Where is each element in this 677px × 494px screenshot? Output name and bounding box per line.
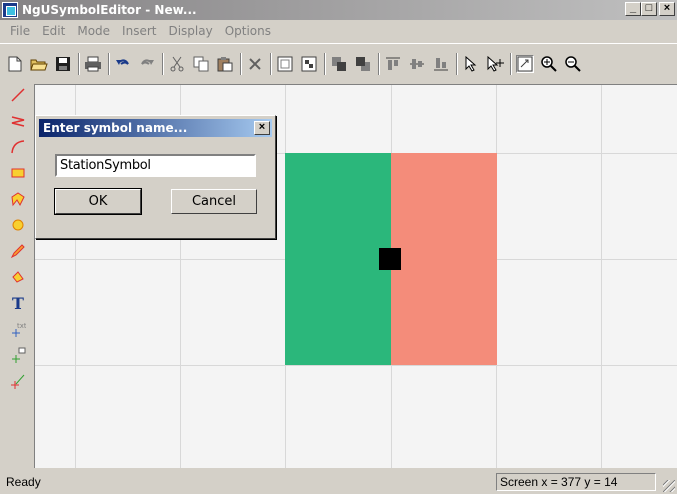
- svg-text:T: T: [12, 294, 24, 312]
- menu-edit[interactable]: Edit: [36, 24, 71, 38]
- black-square-shape[interactable]: [379, 248, 401, 270]
- polygon-tool-icon[interactable]: [8, 188, 28, 210]
- green-rectangle-shape[interactable]: [285, 153, 391, 365]
- dialog-title: Enter symbol name...: [43, 121, 188, 135]
- window-controls: _ □ ×: [625, 2, 675, 16]
- send-back-icon[interactable]: [354, 55, 372, 73]
- select-arrow-icon[interactable]: [462, 55, 480, 73]
- grid-line: [35, 365, 677, 366]
- undo-icon[interactable]: [114, 55, 132, 73]
- ellipse-tool-icon[interactable]: [8, 214, 28, 236]
- toolbar-separator: [78, 52, 80, 75]
- resize-grip-icon[interactable]: [663, 480, 675, 492]
- toolbar-separator: [456, 52, 458, 75]
- new-file-icon[interactable]: [6, 55, 24, 73]
- connect-line-icon[interactable]: [8, 370, 28, 392]
- menu-display[interactable]: Display: [162, 24, 218, 38]
- maximize-button[interactable]: □: [641, 2, 657, 16]
- dialog-close-button[interactable]: ×: [254, 121, 270, 135]
- toolbar-separator: [240, 52, 242, 75]
- salmon-rectangle-shape[interactable]: [391, 153, 497, 365]
- toolbar-separator: [162, 52, 164, 75]
- open-folder-icon[interactable]: [30, 55, 48, 73]
- toolbar-separator: [270, 52, 272, 75]
- app-icon[interactable]: [2, 2, 18, 18]
- minimize-button[interactable]: _: [625, 2, 641, 16]
- text-tool-icon[interactable]: T: [8, 292, 28, 314]
- paste-icon[interactable]: [216, 55, 234, 73]
- pen-tool-icon[interactable]: [8, 240, 28, 262]
- menu-file[interactable]: File: [4, 24, 36, 38]
- zoom-in-icon[interactable]: [540, 55, 558, 73]
- toolbar-separator: [510, 52, 512, 75]
- align-middle-icon[interactable]: [408, 55, 426, 73]
- symbol-name-input[interactable]: StationSymbol: [55, 154, 256, 177]
- copy-icon[interactable]: [192, 55, 210, 73]
- polyline-tool-icon[interactable]: [8, 110, 28, 132]
- toolbar-separator: [108, 52, 110, 75]
- align-top-icon[interactable]: [384, 55, 402, 73]
- menu-bar: File Edit Mode Insert Display Options: [0, 21, 677, 41]
- delete-icon[interactable]: [246, 55, 264, 73]
- text-anchor-icon[interactable]: txt: [8, 318, 28, 340]
- coordinate-readout: Screen x = 377 y = 14: [496, 473, 656, 491]
- tool-palette: T txt: [6, 84, 30, 464]
- cut-icon[interactable]: [168, 55, 186, 73]
- select-move-icon[interactable]: [486, 55, 504, 73]
- print-icon[interactable]: [84, 55, 102, 73]
- ungroup-icon[interactable]: [300, 55, 318, 73]
- title-bar: NgUSymbolEditor - New... _ □ ×: [0, 0, 677, 20]
- grid-line: [601, 85, 602, 468]
- align-bottom-icon[interactable]: [432, 55, 450, 73]
- toolbar: [0, 43, 677, 83]
- close-button[interactable]: ×: [659, 2, 675, 16]
- line-tool-icon[interactable]: [8, 84, 28, 106]
- toolbar-separator: [324, 52, 326, 75]
- menu-options[interactable]: Options: [219, 24, 277, 38]
- window-title: NgUSymbolEditor - New...: [22, 3, 197, 17]
- status-bar: Ready Screen x = 377 y = 14: [0, 470, 677, 494]
- arc-tool-icon[interactable]: [8, 136, 28, 158]
- rectangle-tool-icon[interactable]: [8, 162, 28, 184]
- menu-insert[interactable]: Insert: [116, 24, 162, 38]
- fill-tool-icon[interactable]: [8, 266, 28, 288]
- dialog-title-bar[interactable]: Enter symbol name... ×: [39, 119, 272, 137]
- save-icon[interactable]: [54, 55, 72, 73]
- connect-point-icon[interactable]: [8, 344, 28, 366]
- cancel-button[interactable]: Cancel: [171, 189, 257, 214]
- toolbar-separator: [378, 52, 380, 75]
- zoom-out-icon[interactable]: [564, 55, 582, 73]
- zoom-fit-icon[interactable]: [516, 54, 534, 73]
- ok-button[interactable]: OK: [54, 188, 142, 215]
- status-text: Ready: [6, 475, 41, 489]
- svg-text:txt: txt: [17, 322, 26, 330]
- bring-front-icon[interactable]: [330, 55, 348, 73]
- symbol-name-dialog: Enter symbol name... × StationSymbol OK …: [35, 115, 276, 239]
- group-icon[interactable]: [276, 55, 294, 73]
- menu-mode[interactable]: Mode: [71, 24, 116, 38]
- redo-icon[interactable]: [138, 55, 156, 73]
